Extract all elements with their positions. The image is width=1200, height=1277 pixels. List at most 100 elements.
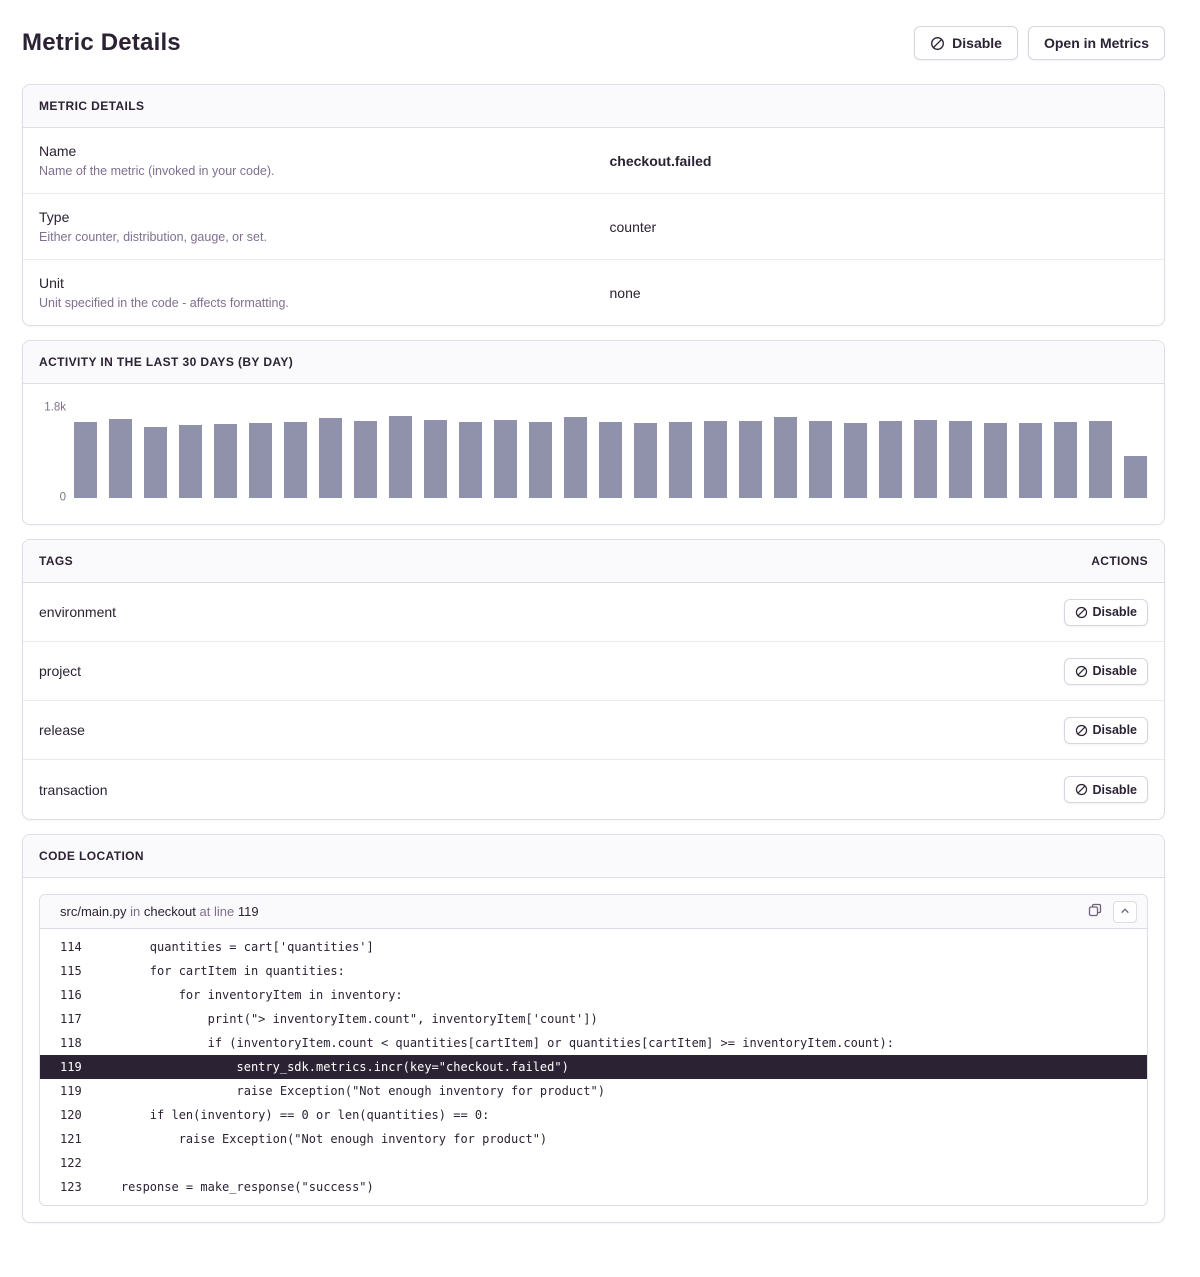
metric-row-description: Either counter, distribution, gauge, or …	[39, 230, 578, 244]
chevron-up-icon	[1120, 904, 1130, 919]
circle-slash-icon	[1075, 724, 1088, 737]
page-title: Metric Details	[22, 29, 181, 57]
panel-activity-header: ACTIVITY IN THE LAST 30 DAYS (BY DAY)	[23, 341, 1164, 384]
collapse-code-button[interactable]	[1113, 901, 1137, 923]
disable-tag-button[interactable]: Disable	[1064, 776, 1148, 803]
metric-row-left: Type Either counter, distribution, gauge…	[23, 194, 594, 259]
disable-tag-button[interactable]: Disable	[1064, 658, 1148, 685]
metric-detail-row: Name Name of the metric (invoked in your…	[23, 128, 1164, 194]
circle-slash-icon	[930, 36, 945, 51]
panel-activity: ACTIVITY IN THE LAST 30 DAYS (BY DAY) 1.…	[22, 340, 1165, 525]
metric-row-left: Unit Unit specified in the code - affect…	[23, 260, 594, 325]
code-line-number: 118	[40, 1031, 92, 1055]
activity-bar	[529, 422, 552, 499]
code-line-text: raise Exception("Not enough inventory fo…	[92, 1079, 1147, 1103]
disable-tag-button[interactable]: Disable	[1064, 599, 1148, 626]
code-line: 119 sentry_sdk.metrics.incr(key="checkou…	[40, 1055, 1147, 1079]
activity-bar	[844, 423, 867, 498]
disable-metric-button[interactable]: Disable	[914, 26, 1018, 60]
tag-name: environment	[39, 604, 116, 620]
panel-code-location-header: CODE LOCATION	[23, 835, 1164, 878]
metric-detail-row: Type Either counter, distribution, gauge…	[23, 194, 1164, 260]
metric-row-value: checkout.failed	[610, 153, 712, 169]
metric-row-right: checkout.failed	[594, 128, 1165, 193]
metric-row-label: Name	[39, 143, 578, 159]
code-line-number: 114	[40, 935, 92, 959]
activity-bar	[704, 421, 727, 498]
code-line-number: 116	[40, 983, 92, 1007]
y-axis-max-label: 1.8k	[23, 401, 66, 413]
code-line-text: if (inventoryItem.count < quantities[car…	[92, 1031, 1147, 1055]
activity-bar	[1019, 423, 1042, 498]
activity-bar	[1089, 421, 1112, 499]
code-line: 115 for cartItem in quantities:	[40, 959, 1147, 983]
code-line-text: print("> inventoryItem.count", inventory…	[92, 1007, 1147, 1031]
disable-tag-button-label: Disable	[1093, 783, 1137, 797]
activity-bar	[319, 418, 342, 499]
topbar: Metric Details Disable Open in Metrics	[22, 26, 1165, 60]
activity-bar	[634, 423, 657, 498]
code-lines: 114 quantities = cart['quantities'] 115 …	[40, 929, 1147, 1205]
disable-tag-button[interactable]: Disable	[1064, 717, 1148, 744]
tag-row: project Disable	[23, 642, 1164, 701]
tag-name: project	[39, 663, 81, 679]
chart-bars	[74, 408, 1147, 498]
panel-metric-details: METRIC DETAILS Name Name of the metric (…	[22, 84, 1165, 326]
metric-row-label: Unit	[39, 275, 578, 291]
circle-slash-icon	[1075, 606, 1088, 619]
activity-bar	[914, 420, 937, 499]
activity-bar	[494, 420, 517, 498]
panel-code-location: CODE LOCATION src/main.py in checkout at…	[22, 834, 1165, 1223]
code-line-number: 119	[40, 1055, 92, 1079]
code-line: 118 if (inventoryItem.count < quantities…	[40, 1031, 1147, 1055]
disable-button-label: Disable	[952, 35, 1002, 51]
metric-details-rows: Name Name of the metric (invoked in your…	[23, 128, 1164, 325]
circle-slash-icon	[1075, 783, 1088, 796]
circle-slash-icon	[1075, 665, 1088, 678]
code-line: 120 if len(inventory) == 0 or len(quanti…	[40, 1103, 1147, 1127]
activity-bar	[74, 422, 97, 498]
code-in-label: in	[130, 904, 140, 919]
panel-tags-header: TAGS ACTIONS	[23, 540, 1164, 583]
activity-bar	[599, 422, 622, 499]
activity-bar	[984, 423, 1007, 498]
activity-bar	[284, 422, 307, 498]
tag-row: release Disable	[23, 701, 1164, 760]
activity-bar	[354, 421, 377, 498]
activity-bar	[669, 422, 692, 499]
metric-row-value: none	[610, 285, 641, 301]
code-line: 121 raise Exception("Not enough inventor…	[40, 1127, 1147, 1151]
code-line-number: 119	[238, 904, 259, 919]
code-line-text: for cartItem in quantities:	[92, 959, 1147, 983]
code-line-number: 120	[40, 1103, 92, 1127]
copy-code-button[interactable]	[1085, 900, 1105, 923]
metric-row-right: none	[594, 260, 1165, 325]
code-line-number: 115	[40, 959, 92, 983]
metric-row-value: counter	[610, 219, 657, 235]
y-axis-min-label: 0	[23, 491, 66, 503]
open-in-metrics-button[interactable]: Open in Metrics	[1028, 26, 1165, 60]
activity-bar	[564, 417, 587, 499]
metric-row-description: Name of the metric (invoked in your code…	[39, 164, 578, 178]
code-frame: src/main.py in checkout at line 119	[39, 894, 1148, 1206]
panel-metric-details-header: METRIC DETAILS	[23, 85, 1164, 128]
panel-tags-title: TAGS	[39, 554, 73, 568]
metric-row-description: Unit specified in the code - affects for…	[39, 296, 578, 310]
activity-bar	[949, 421, 972, 498]
code-line: 117 print("> inventoryItem.count", inven…	[40, 1007, 1147, 1031]
code-line-number: 117	[40, 1007, 92, 1031]
copy-icon	[1087, 902, 1103, 921]
disable-tag-button-label: Disable	[1093, 723, 1137, 737]
code-line-text: if len(inventory) == 0 or len(quantities…	[92, 1103, 1147, 1127]
code-line: 123 response = make_response("success")	[40, 1175, 1147, 1199]
activity-bar	[109, 419, 132, 498]
panel-tags: TAGS ACTIONS environment Disable project…	[22, 539, 1165, 820]
code-line-number: 119	[40, 1079, 92, 1103]
code-line-text: raise Exception("Not enough inventory fo…	[92, 1127, 1147, 1151]
metric-row-right: counter	[594, 194, 1165, 259]
code-line-text: for inventoryItem in inventory:	[92, 983, 1147, 1007]
tags-actions-column-label: ACTIONS	[1091, 554, 1148, 568]
activity-bar	[809, 421, 832, 498]
activity-bar	[1124, 456, 1147, 498]
activity-bar	[739, 421, 762, 499]
